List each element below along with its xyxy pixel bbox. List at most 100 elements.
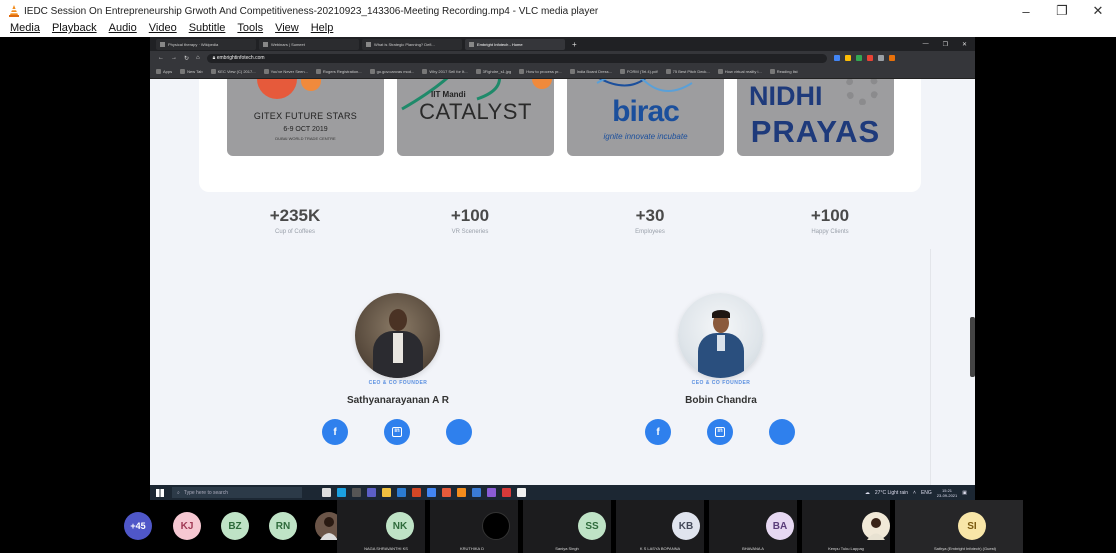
person-photo-icon — [867, 518, 885, 540]
stat-coffees: +235K Cup of Coffees — [235, 206, 355, 235]
forward-arrow-icon: → — [171, 55, 177, 61]
menu-video[interactable]: Video — [149, 22, 177, 37]
bookmark: go.gov.canvas mod... — [370, 69, 415, 74]
stat-happy-clients: +100 Happy Clients — [770, 206, 890, 235]
teams-icon — [367, 488, 376, 497]
nidhi-prayas-logo-card: NIDHI PRAYAS — [737, 79, 894, 156]
page-scrollbar — [970, 317, 975, 377]
search-icon: ⌕ — [177, 489, 180, 496]
stat-employees: +30 Employees — [590, 206, 710, 235]
menu-audio[interactable]: Audio — [109, 22, 137, 37]
iit-mandi-label: IIT Mandi — [431, 90, 466, 99]
app-icon — [352, 488, 361, 497]
bookmark: How to process pr... — [519, 69, 561, 74]
participant-name: Sathya (Embright Infotech) (Guest) — [933, 546, 997, 551]
minimize-button[interactable]: – — [1008, 4, 1044, 19]
gitex-venue: DUBAI WORLD TRADE CENTRE — [275, 136, 336, 141]
participant-avatar — [482, 512, 510, 540]
participant-photo-avatar — [862, 512, 890, 540]
founder-photo — [678, 293, 763, 378]
participant-avatar: SS — [578, 512, 606, 540]
stat-value: +235K — [269, 206, 321, 225]
menu-view[interactable]: View — [275, 22, 299, 37]
birac-label: birac — [612, 95, 680, 128]
close-button[interactable]: ✕ — [1080, 3, 1116, 19]
taskbar-apps — [322, 488, 526, 497]
participant-avatar: BZ — [221, 512, 249, 540]
app-icon — [502, 488, 511, 497]
bookmark: Reading list — [770, 69, 798, 74]
gear-icon — [845, 79, 879, 105]
restore-button[interactable]: ❐ — [1044, 3, 1080, 19]
edge-icon — [337, 488, 346, 497]
title-bar: IEDC Session On Entrepreneurship Grwoth … — [0, 0, 1116, 22]
vlc-window: IEDC Session On Entrepreneurship Grwoth … — [0, 0, 1116, 553]
menu-tools[interactable]: Tools — [237, 22, 263, 37]
vlc-icon — [457, 488, 466, 497]
app-icon — [517, 488, 526, 497]
more-participants-button[interactable]: +45 — [124, 512, 152, 540]
browser-window-controls: — ❐ ✕ — [923, 41, 975, 48]
participant-avatar: KJ — [173, 512, 201, 540]
system-tray: ☁ 27°C Light rain ˄ ENG 15:21 23-09-2021… — [865, 488, 975, 498]
stat-label: VR Sceneries — [451, 229, 489, 235]
menu-bar: Media Playback Audio Video Subtitle Tool… — [0, 22, 1116, 37]
founder-role: CEO & CO FOUNDER — [691, 380, 751, 386]
web-page: GITEX FUTURE STARS 6-9 OCT 2019 DUBAI WO… — [150, 79, 975, 485]
prayas-label: PRAYAS — [750, 114, 881, 149]
participant-name: BHAVANA A — [742, 546, 764, 551]
participant-name: Saniya Singh — [555, 546, 579, 551]
gitex-logo-mark — [301, 79, 321, 91]
founder-name: Bobin Chandra — [685, 395, 757, 406]
participant-avatar: NK — [386, 512, 414, 540]
bookmark: 75 Best Pitch Deck... — [666, 69, 710, 74]
taskbar-search: ⌕ Type here to search — [172, 487, 302, 498]
iit-mandi-logo-card: IIT Mandi CATALYST — [397, 79, 554, 156]
facebook-icon: f — [645, 419, 671, 445]
menu-help[interactable]: Help — [311, 22, 334, 37]
extension-icon — [833, 55, 840, 61]
home-icon: ⌂ — [196, 55, 200, 61]
gitex-logo-card: GITEX FUTURE STARS 6-9 OCT 2019 DUBAI WO… — [227, 79, 384, 156]
participant-name: K S LASYA BOPANNA — [639, 546, 681, 551]
word-icon — [397, 488, 406, 497]
participant-name: KRUTHIKA D — [459, 546, 484, 551]
browser-tab-strip: Physical therapy · Wikipedia Webinars | … — [150, 37, 975, 51]
weather-icon: ☁ — [864, 489, 870, 496]
bookmark: Rogers Registration... — [316, 69, 362, 74]
linkedin-icon: in — [707, 419, 733, 445]
social-link-icon — [769, 419, 795, 445]
favicon-icon — [469, 41, 474, 47]
window-title: IEDC Session On Entrepreneurship Grwoth … — [24, 5, 599, 17]
browser-minimize-icon: — — [922, 40, 929, 47]
browser-tab: Webinars | Sumeet — [259, 38, 359, 50]
participant-name: NAGA SHRAVANTHI KS — [364, 546, 408, 551]
back-arrow-icon: ← — [158, 55, 164, 61]
weather-text: 27°C Light rain — [874, 489, 909, 496]
notification-icon: ▣ — [962, 489, 967, 496]
bookmark: 3Fighdre_s1.jpg — [476, 69, 512, 74]
reload-icon: ↻ — [184, 55, 190, 62]
catalyst-label: CATALYST — [419, 99, 532, 124]
tray-chevron-icon: ˄ — [913, 489, 916, 496]
stat-label: Cup of Coffees — [275, 229, 315, 235]
bookmark: Why 2017 Sell for It... — [422, 69, 467, 74]
recorded-taskbar: ⌕ Type here to search ☁ 27°C Light rain ˄… — [150, 485, 975, 500]
menu-media[interactable]: Media — [10, 22, 40, 37]
app-icon — [487, 488, 496, 497]
favicon-icon — [263, 41, 268, 47]
founder-name: Sathyanarayanan A R — [346, 395, 450, 406]
gitex-logo-mark — [257, 79, 297, 99]
task-view-icon — [322, 488, 331, 497]
section-divider — [930, 249, 931, 485]
browser-tab: Physical therapy · Wikipedia — [156, 38, 256, 50]
menu-playback[interactable]: Playback — [52, 22, 97, 37]
stat-label: Employees — [635, 229, 665, 235]
browser-tab-active: Embright Infotech - Home — [465, 38, 565, 50]
social-link-icon — [446, 419, 472, 445]
menu-subtitle[interactable]: Subtitle — [189, 22, 226, 37]
facebook-icon: f — [322, 419, 348, 445]
stat-value: +30 — [635, 206, 665, 225]
extension-icon — [855, 55, 862, 61]
participant-avatar: KB — [672, 512, 700, 540]
